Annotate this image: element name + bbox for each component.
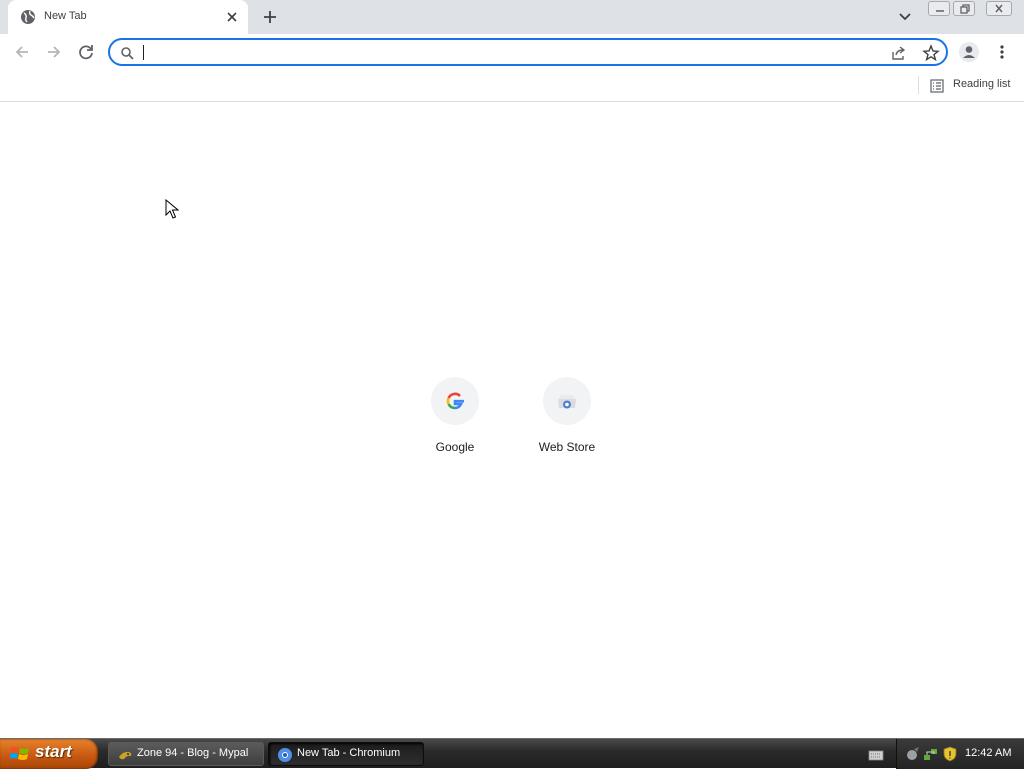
window-close-button[interactable] — [986, 1, 1012, 16]
reading-list-button[interactable]: Reading list — [926, 75, 1016, 97]
mouse-cursor-icon — [165, 198, 180, 221]
more-menu-icon[interactable] — [994, 42, 1010, 62]
reading-list-icon — [930, 78, 944, 93]
start-button[interactable]: start — [0, 739, 98, 769]
tray-app-icon[interactable] — [905, 746, 921, 762]
web-store-icon — [558, 395, 576, 409]
toolbar — [0, 34, 1024, 70]
reading-list-label: Reading list — [953, 78, 1011, 90]
bookmarks-bar: Reading list — [0, 70, 1024, 102]
browser-window: New Tab Reading list Google Web Store — [0, 0, 1024, 738]
omnibox[interactable] — [108, 38, 948, 66]
shortcut-icon-circle — [431, 377, 479, 425]
security-shield-icon[interactable] — [942, 746, 958, 762]
minimize-button[interactable] — [928, 1, 950, 16]
new-tab-button[interactable] — [260, 7, 280, 27]
restore-button[interactable] — [953, 1, 975, 16]
windows-logo-icon — [9, 745, 30, 763]
new-tab-page: Google Web Store — [0, 103, 1024, 738]
taskbar-item-chromium[interactable]: New Tab - Chromium — [268, 742, 424, 766]
back-button[interactable] — [11, 41, 33, 63]
reload-button[interactable] — [75, 41, 97, 63]
start-label: start — [35, 742, 72, 761]
taskbar-item-label: New Tab - Chromium — [297, 747, 401, 759]
address-input[interactable] — [142, 43, 872, 61]
tab-strip: New Tab — [0, 0, 1024, 34]
share-icon[interactable] — [890, 44, 908, 62]
bookmark-star-icon[interactable] — [922, 44, 940, 62]
taskbar: start Zone 94 - Blog - Mypal New Tab - C… — [0, 738, 1024, 769]
shortcut-tile-google[interactable]: Google — [399, 375, 511, 465]
keyboard-icon[interactable] — [868, 747, 884, 761]
text-caret — [143, 45, 144, 60]
close-icon[interactable] — [224, 9, 240, 25]
tab-new-tab[interactable]: New Tab — [8, 0, 248, 34]
google-g-icon — [446, 392, 464, 410]
taskbar-item-mypal[interactable]: Zone 94 - Blog - Mypal — [108, 742, 264, 766]
clock: 12:42 AM — [965, 747, 1012, 759]
profile-avatar-icon[interactable] — [958, 41, 980, 63]
tab-title: New Tab — [44, 10, 87, 22]
search-icon — [120, 45, 134, 60]
network-icon[interactable] — [923, 746, 939, 762]
divider — [918, 76, 919, 94]
shortcut-label: Web Store — [538, 440, 596, 454]
globe-icon — [20, 9, 36, 25]
system-tray: 12:42 AM — [896, 739, 1024, 769]
chevron-down-icon[interactable] — [896, 9, 914, 25]
forward-button[interactable] — [43, 41, 65, 63]
taskbar-item-label: Zone 94 - Blog - Mypal — [137, 747, 249, 759]
chromium-icon — [277, 747, 293, 763]
mypal-icon — [117, 747, 133, 763]
shortcut-icon-circle — [543, 377, 591, 425]
shortcut-label: Google — [435, 440, 475, 454]
shortcut-tile-web-store[interactable]: Web Store — [511, 375, 623, 465]
